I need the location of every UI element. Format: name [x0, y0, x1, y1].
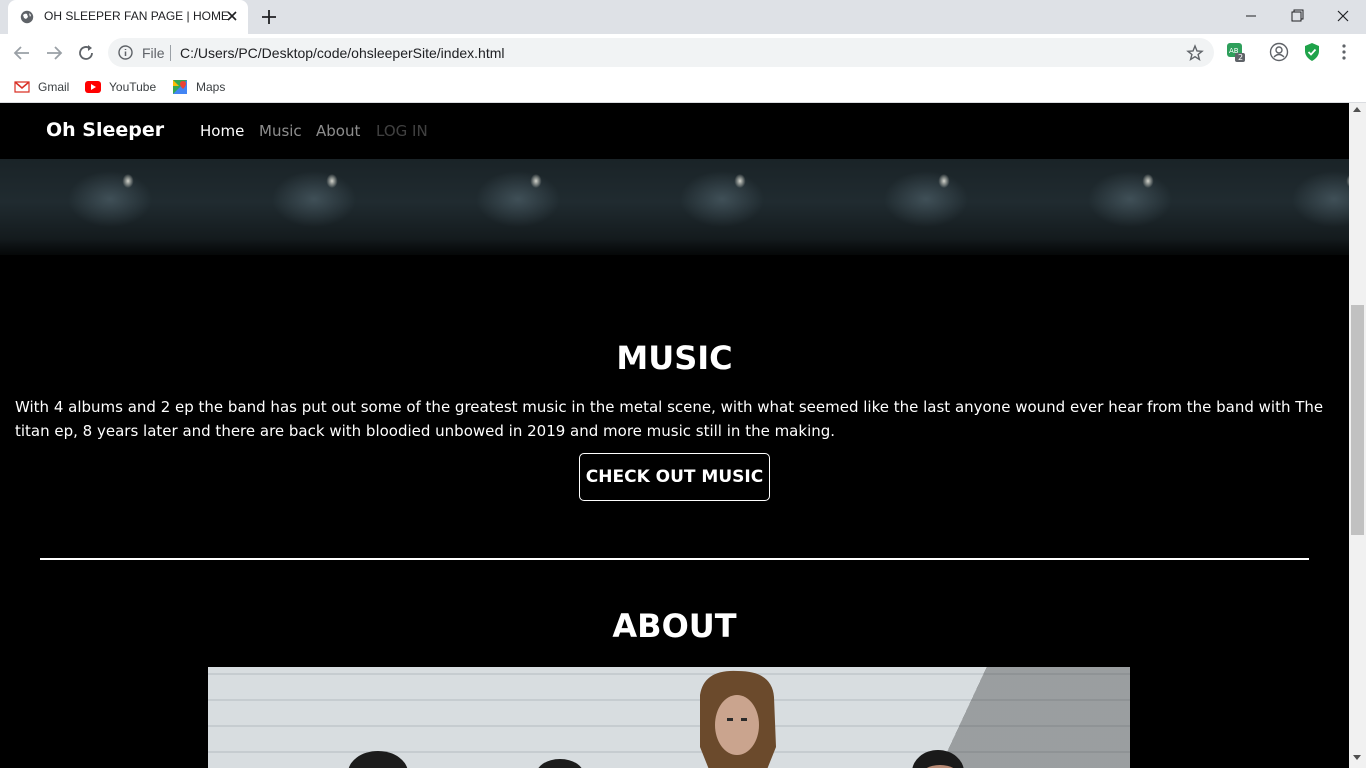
- back-icon[interactable]: [11, 42, 33, 64]
- nav-link-home[interactable]: Home: [200, 122, 244, 140]
- browser-toolbar: File C:/Users/PC/Desktop/code/ohsleeperS…: [0, 34, 1366, 72]
- maps-icon: [173, 80, 187, 94]
- band-members-figure: [348, 670, 964, 768]
- check-out-music-button[interactable]: CHECK OUT MUSIC: [579, 453, 770, 501]
- new-tab-icon[interactable]: [258, 7, 280, 27]
- tab-title: OH SLEEPER FAN PAGE | HOME: [44, 9, 229, 23]
- bookmark-label: Maps: [196, 80, 226, 94]
- url-separator: [170, 45, 171, 61]
- youtube-icon: [85, 81, 101, 93]
- hero-banner-image: [0, 159, 1349, 255]
- reload-icon[interactable]: [75, 42, 97, 64]
- globe-icon: [20, 10, 34, 24]
- section-divider: [40, 558, 1309, 560]
- bookmark-youtube[interactable]: YouTube: [85, 77, 156, 97]
- close-tab-icon[interactable]: [224, 8, 240, 24]
- band-photo: [208, 667, 1130, 768]
- shield-icon[interactable]: [1302, 42, 1322, 62]
- gmail-icon: [14, 81, 30, 93]
- page-scrollbar[interactable]: [1349, 103, 1366, 768]
- url-text[interactable]: C:/Users/PC/Desktop/code/ohsleeperSite/i…: [180, 45, 504, 61]
- scroll-thumb[interactable]: [1351, 305, 1364, 535]
- scroll-down-arrow-icon[interactable]: [1353, 755, 1361, 760]
- bookmark-label: YouTube: [109, 80, 157, 94]
- nav-link-login[interactable]: LOG IN: [376, 122, 428, 140]
- bookmarks-bar: Gmail YouTube Maps: [0, 72, 1366, 103]
- url-scheme: File: [142, 45, 165, 61]
- bookmark-label: Gmail: [38, 80, 70, 94]
- bookmark-maps[interactable]: Maps: [172, 77, 225, 97]
- scroll-up-arrow-icon[interactable]: [1353, 107, 1361, 112]
- page-viewport: Oh Sleeper Home Music About LOG IN MUSIC…: [0, 103, 1349, 768]
- browser-tab[interactable]: OH SLEEPER FAN PAGE | HOME: [8, 0, 248, 34]
- minimize-icon[interactable]: [1228, 4, 1274, 30]
- banner-fade: [0, 239, 1349, 255]
- music-heading: MUSIC: [616, 339, 733, 377]
- site-navbar: Oh Sleeper Home Music About LOG IN: [0, 103, 1349, 159]
- restore-icon[interactable]: [1274, 4, 1320, 30]
- info-icon[interactable]: [118, 45, 133, 60]
- menu-kebab-icon[interactable]: [1334, 42, 1354, 62]
- nav-link-music[interactable]: Music: [259, 122, 302, 140]
- address-bar[interactable]: File C:/Users/PC/Desktop/code/ohsleeperS…: [108, 38, 1214, 67]
- bookmark-star-icon[interactable]: [1186, 44, 1204, 62]
- nav-link-about[interactable]: About: [316, 122, 360, 140]
- forward-icon[interactable]: [43, 42, 65, 64]
- close-window-icon[interactable]: [1320, 4, 1366, 30]
- extension-badge: 2: [1238, 53, 1244, 62]
- browser-chrome: OH SLEEPER FAN PAGE | HOME File C:/Users…: [0, 0, 1366, 103]
- site-brand[interactable]: Oh Sleeper: [46, 119, 164, 141]
- bookmark-gmail[interactable]: Gmail: [14, 77, 69, 97]
- about-heading: ABOUT: [612, 607, 737, 645]
- music-description: With 4 albums and 2 ep the band has put …: [15, 398, 1324, 440]
- tab-strip: OH SLEEPER FAN PAGE | HOME: [0, 0, 1366, 34]
- profile-icon[interactable]: [1269, 42, 1289, 62]
